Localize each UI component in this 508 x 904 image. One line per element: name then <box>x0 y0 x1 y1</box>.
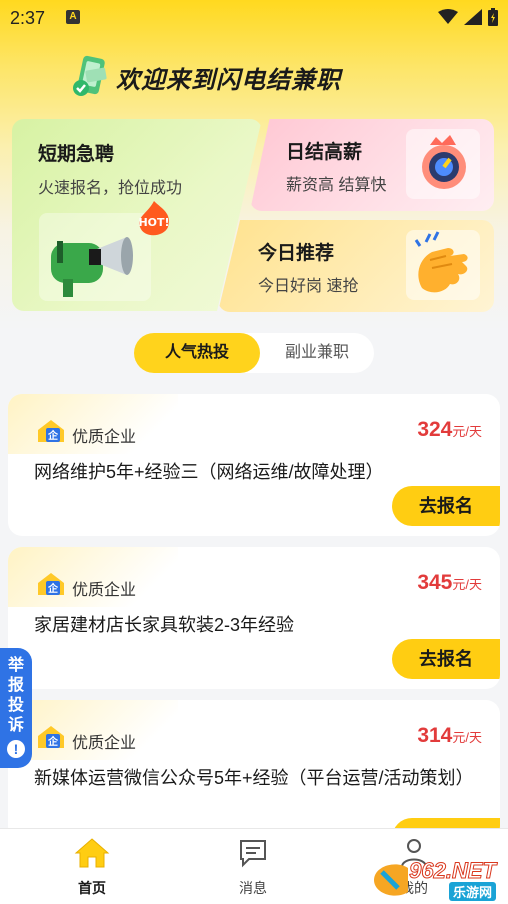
svg-text:企: 企 <box>47 735 59 748</box>
report-label: 举报投诉 <box>8 657 25 734</box>
salary-unit: 元/天 <box>452 730 482 745</box>
card-subtitle: 火速报名，抢位成功 <box>38 180 183 197</box>
enterprise-icon: 企 <box>38 573 64 595</box>
company-label: 优质企业 <box>72 429 137 446</box>
clapping-hands-icon <box>406 230 480 300</box>
enterprise-icon: 企 <box>38 726 64 748</box>
alert-icon: ! <box>7 740 25 758</box>
tab-side-job[interactable]: 副业兼职 <box>260 333 374 373</box>
card-daily-pay[interactable]: 日结高薪 薪资高 结算快 <box>250 119 494 211</box>
nav-messages[interactable]: 消息 <box>213 837 293 898</box>
card-title: 日结高薪 <box>286 142 363 163</box>
hot-badge-text: HOT! <box>138 216 169 229</box>
job-title: 新媒体运营微信公众号5年+经验（平台运营/活动策划） <box>34 768 474 788</box>
card-title: 今日推荐 <box>258 243 335 264</box>
salary: 324元/天 <box>417 418 482 442</box>
job-card[interactable]: 企 优质企业 324元/天 网络维护5年+经验三（网络运维/故障处理） 去报名 <box>8 394 500 536</box>
system-icons <box>438 8 498 26</box>
card-subtitle: 薪资高 结算快 <box>286 177 387 194</box>
notification-a-icon: A <box>66 10 80 24</box>
stopwatch-icon <box>406 129 480 199</box>
phone-money-icon <box>70 55 110 99</box>
home-icon <box>74 838 110 868</box>
nav-label: 首页 <box>78 880 106 896</box>
job-title: 网络维护5年+经验三（网络运维/故障处理） <box>34 462 384 482</box>
status-time: 2:37 <box>10 8 46 28</box>
tab-popular[interactable]: 人气热投 <box>134 333 260 373</box>
job-tabs: 人气热投 副业兼职 <box>134 333 374 373</box>
company-label: 优质企业 <box>72 582 137 599</box>
salary: 345元/天 <box>417 571 482 595</box>
welcome-header: 欢迎来到闪电结兼职 <box>70 55 341 99</box>
salary-unit: 元/天 <box>452 424 482 439</box>
battery-icon <box>488 8 498 26</box>
signal-icon <box>464 9 482 25</box>
salary-value: 345 <box>417 571 453 594</box>
card-subtitle: 今日好岗 速抢 <box>258 278 359 295</box>
hot-badge-icon: HOT! <box>138 201 170 236</box>
message-icon <box>240 840 266 868</box>
status-bar: 2:37 A <box>0 0 508 36</box>
card-today-recommend[interactable]: 今日推荐 今日好岗 速抢 <box>218 220 494 312</box>
salary-value: 314 <box>417 724 453 747</box>
svg-text:企: 企 <box>47 429 59 442</box>
apply-button[interactable]: 去报名 <box>392 639 500 679</box>
watermark-logo-text: 962.NET <box>409 858 497 884</box>
wifi-icon <box>438 9 458 24</box>
watermark-text: 乐游网 <box>448 882 496 901</box>
nav-home[interactable]: 首页 <box>52 837 132 898</box>
salary-unit: 元/天 <box>452 577 482 592</box>
job-title: 家居建材店长家具软装2-3年经验 <box>34 615 295 635</box>
salary: 314元/天 <box>417 724 482 748</box>
job-card[interactable]: 企 优质企业 314元/天 新媒体运营微信公众号5年+经验（平台运营/活动策划）… <box>8 700 500 840</box>
salary-value: 324 <box>417 418 453 441</box>
apply-button[interactable]: 去报名 <box>392 486 500 526</box>
svg-text:企: 企 <box>47 582 59 595</box>
page-title: 欢迎来到闪电结兼职 <box>116 66 341 94</box>
card-title: 短期急聘 <box>38 144 115 165</box>
job-card[interactable]: 企 优质企业 345元/天 家居建材店长家具软装2-3年经验 去报名 <box>8 547 500 689</box>
enterprise-icon: 企 <box>38 420 64 442</box>
nav-label: 消息 <box>239 880 267 896</box>
report-complaint-button[interactable]: 举报投诉 ! <box>0 648 32 768</box>
company-label: 优质企业 <box>72 735 137 752</box>
